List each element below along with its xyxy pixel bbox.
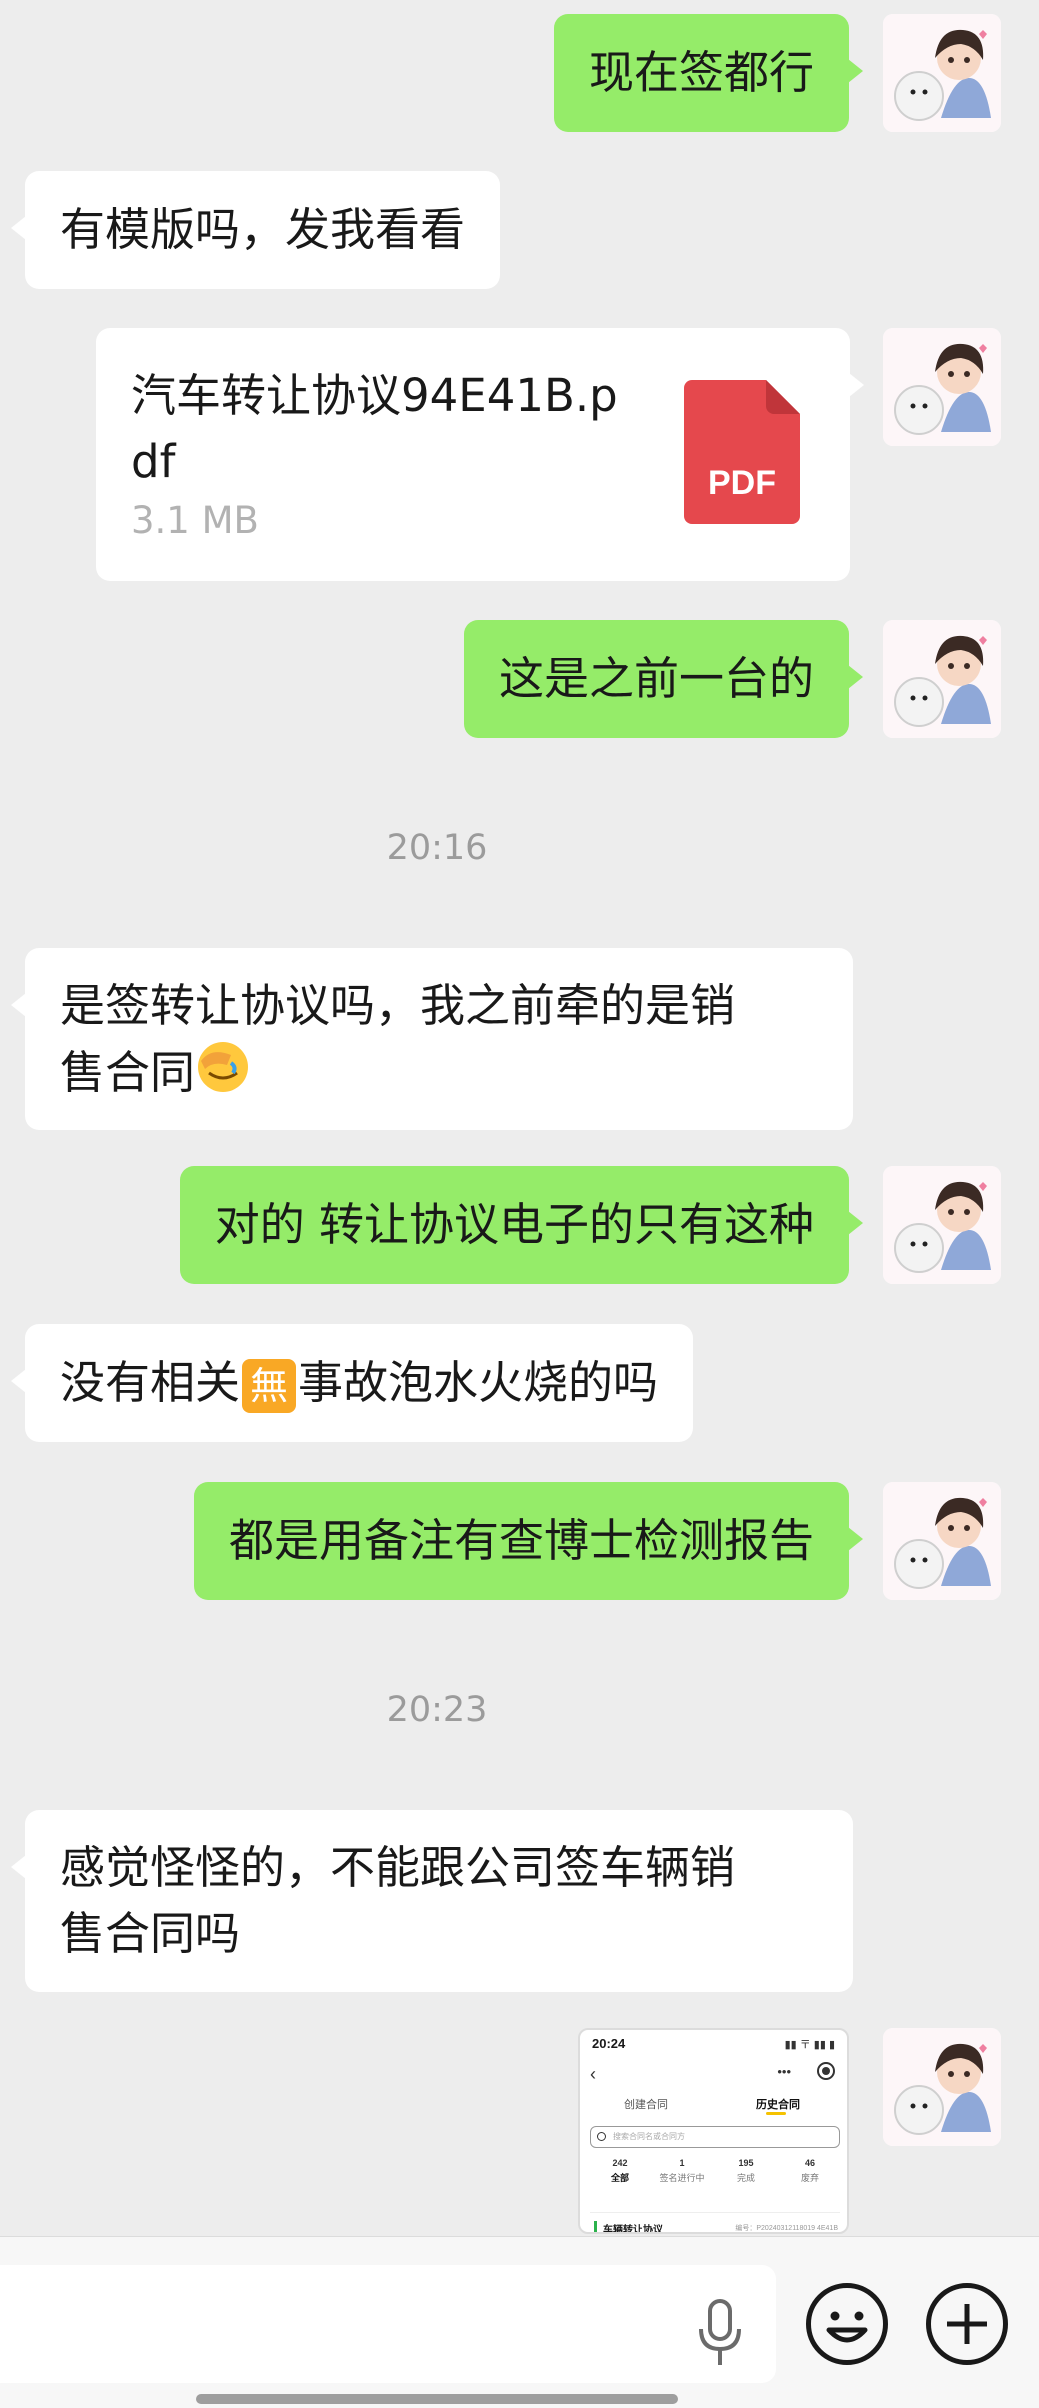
file-size: 3.1 MB <box>131 499 259 542</box>
file-message-bubble[interactable]: 汽车转让协议94E41B.pdf 3.1 MB PDF <box>96 328 864 581</box>
no-charge-emoji: 無 <box>242 1359 297 1413</box>
message-text: 都是用备注有查博士检测报告 <box>228 1514 814 1567</box>
thumb-back-icon: ‹ <box>590 2064 596 2084</box>
avatar-image <box>883 328 1001 446</box>
message-text-line: 感觉怪怪的，不能跟公司签车辆销 <box>60 1841 736 1894</box>
thumb-stat: 46 废弃 <box>800 2158 819 2183</box>
thumb-status-time: 20:24 <box>592 2036 626 2051</box>
thumb-contract-card: 车辆转让协议 编号：P20240312118019 4E41B <box>590 2212 840 2232</box>
avatar[interactable] <box>883 620 1001 738</box>
message-bubble-outgoing[interactable]: 现在签都行 <box>553 14 864 132</box>
message-bubble-outgoing[interactable]: 都是用备注有查博士检测报告 <box>193 1482 864 1600</box>
facepalm-emoji <box>195 1039 251 1113</box>
timestamp: 20:16 <box>386 828 488 868</box>
image-message-thumbnail[interactable]: 20:24 ▮▮ 〒 ▮▮ ▮ ‹ ••• 创建合同 历史合同 搜索合同名或合同… <box>578 2028 849 2234</box>
message-text: 事故泡水火烧的吗 <box>298 1356 659 1409</box>
message-text-line: 售合同 <box>60 1039 818 1113</box>
avatar[interactable] <box>883 328 1001 446</box>
thumb-tab-history: 历史合同 <box>756 2099 800 2111</box>
message-bubble-incoming[interactable]: 没有相关無事故泡水火烧的吗 <box>10 1324 694 1442</box>
avatar-image <box>883 620 1001 738</box>
thumb-menu-icon: ••• <box>777 2064 791 2079</box>
pdf-label: PDF <box>708 464 776 502</box>
thumb-card-title: 车辆转让协议 <box>594 2221 663 2232</box>
message-bubble-outgoing[interactable]: 对的 转让协议电子的只有这种 <box>179 1166 864 1284</box>
message-input[interactable] <box>0 2265 776 2383</box>
thumb-record-icon <box>817 2062 835 2080</box>
thumb-status-icons: ▮▮ 〒 ▮▮ ▮ <box>784 2039 835 2051</box>
avatar-image <box>883 1482 1001 1600</box>
message-text-line: 售合同吗 <box>60 1907 241 1960</box>
message-bubble-incoming[interactable]: 有模版吗，发我看看 <box>10 171 501 289</box>
home-indicator[interactable] <box>196 2394 678 2404</box>
avatar[interactable] <box>883 1166 1001 1284</box>
timestamp: 20:23 <box>386 1690 488 1730</box>
thumb-search-input: 搜索合同名或合同方 <box>590 2126 840 2148</box>
message-text: 有模版吗，发我看看 <box>60 203 466 256</box>
file-name: 汽车转让协议94E41B.pdf <box>131 369 618 488</box>
message-text: 对的 转让协议电子的只有这种 <box>214 1198 814 1251</box>
message-text: 这是之前一台的 <box>498 652 814 705</box>
thumb-stat: 242 全部 <box>610 2158 629 2183</box>
avatar[interactable] <box>883 1482 1001 1600</box>
thumb-card-number: 编号：P20240312118019 4E41B <box>735 2225 838 2232</box>
avatar-image <box>883 1166 1001 1284</box>
message-text-line: 是签转让协议吗，我之前牵的是销 <box>60 979 736 1032</box>
message-text: 售合同 <box>60 1046 196 1099</box>
pdf-file-icon: PDF <box>684 380 800 524</box>
smiley-icon[interactable] <box>806 2283 888 2365</box>
chat-input-bar <box>0 2236 1039 2408</box>
thumb-tab-underline <box>766 2112 786 2115</box>
avatar[interactable] <box>883 2028 1001 2146</box>
message-text: 现在签都行 <box>588 46 814 99</box>
avatar-image <box>883 14 1001 132</box>
message-bubble-incoming[interactable]: 感觉怪怪的，不能跟公司签车辆销 售合同吗 <box>11 1810 853 1992</box>
message-text: 没有相关 <box>60 1356 241 1409</box>
thumb-tab-create: 创建合同 <box>624 2099 668 2111</box>
message-bubble-incoming[interactable]: 是签转让协议吗，我之前牵的是销 售合同 <box>11 948 853 1130</box>
plus-icon[interactable] <box>926 2283 1008 2365</box>
avatar-image <box>883 2028 1001 2146</box>
message-bubble-outgoing[interactable]: 这是之前一台的 <box>463 620 864 738</box>
microphone-icon[interactable] <box>695 2299 745 2369</box>
thumb-stat: 1 签名进行中 <box>659 2158 705 2183</box>
thumb-stat: 195 完成 <box>736 2158 755 2183</box>
avatar[interactable] <box>883 14 1001 132</box>
